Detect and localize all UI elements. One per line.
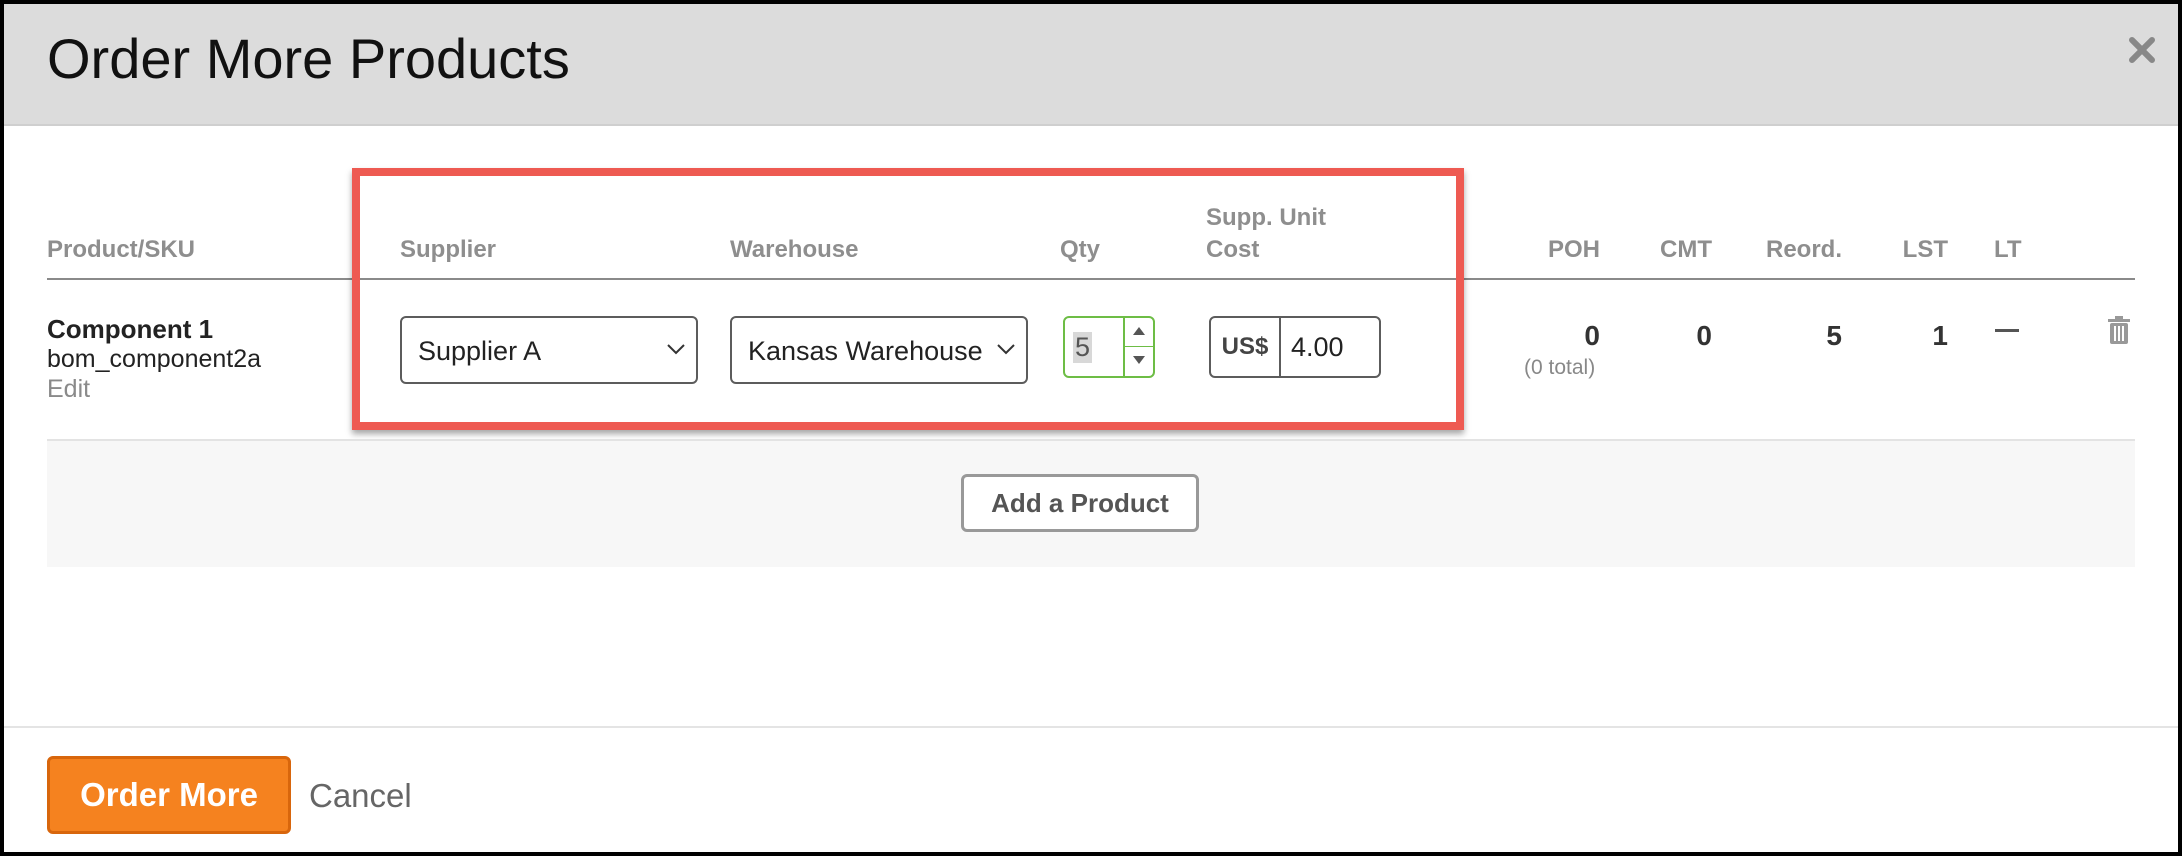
col-header-lt: LT	[1994, 236, 2022, 263]
cancel-button[interactable]: Cancel	[309, 777, 412, 815]
highlight-annotation-box	[352, 168, 1464, 430]
poh-total: (0 total)	[1524, 356, 1596, 379]
dialog-title: Order More Products	[47, 27, 570, 90]
col-header-lst: LST	[1902, 236, 1948, 263]
cmt-value: 0	[1696, 320, 1712, 351]
col-header-product-sku: Product/SKU	[47, 236, 196, 263]
footer-divider	[4, 726, 2178, 728]
col-header-cmt: CMT	[1660, 236, 1712, 263]
add-product-button[interactable]: Add a Product	[961, 474, 1199, 532]
dialog-header: Order More Products	[4, 4, 2178, 126]
poh-value: 0	[1584, 320, 1600, 351]
trash-icon[interactable]	[2108, 316, 2130, 349]
order-more-products-dialog: Order More Products Product/SKU Supplier…	[4, 4, 2178, 852]
product-sku: bom_component2a	[47, 345, 262, 373]
order-more-button[interactable]: Order More	[47, 756, 291, 834]
product-name: Component 1	[47, 314, 214, 344]
lt-empty-dash	[1995, 329, 2019, 332]
lst-value: 1	[1932, 320, 1948, 351]
close-icon[interactable]	[2122, 30, 2162, 70]
col-header-poh: POH	[1547, 236, 1600, 263]
reord-value: 5	[1826, 320, 1842, 351]
col-header-reord: Reord.	[1765, 236, 1842, 263]
edit-product-link[interactable]: Edit	[47, 375, 90, 404]
